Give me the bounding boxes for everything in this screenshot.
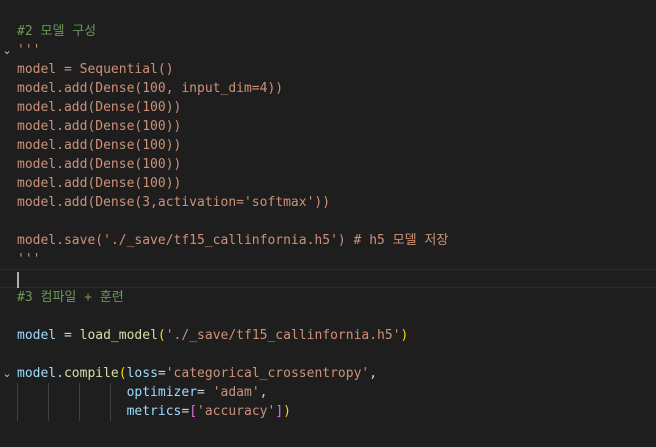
code-parameter: loss [126,366,158,381]
code-docstring: model.save('./_save/tf15_callinfornia.h5… [17,233,449,248]
code-docstring: model.add(Dense(100)) [17,176,182,191]
code-editor[interactable]: #2 모델 구성 ⌄ ''' model = Sequential() mode… [0,0,656,447]
code-bracket: ) [400,328,409,343]
code-bracket: ( [118,366,127,381]
code-line: model.add(Dense(100)) [0,117,656,136]
code-line: model.add(Dense(100)) [0,155,656,174]
code-operator: . [56,366,64,381]
code-docstring: model.add(Dense(3,activation='softmax')) [17,195,331,210]
code-line: #3 컴파일 + 훈련 [0,288,656,307]
code-docstring: model.add(Dense(100)) [17,100,182,115]
code-statement: model = load_model('./_save/tf15_callinf… [17,326,408,345]
code-line: model = Sequential() [0,60,656,79]
code-comment: #2 모델 구성 [17,24,97,39]
code-statement: model.compile(loss='categorical_crossent… [17,364,377,383]
code-line: #2 모델 구성 [0,22,656,41]
code-line: metrics=['accuracy']) [0,402,656,421]
chevron-down-icon[interactable]: ⌄ [0,364,14,383]
code-string: './_save/tf15_callinfornia.h5' [165,328,401,343]
code-line: ⌄ model.compile(loss='categorical_crosse… [0,364,656,383]
code-statement: metrics=['accuracy']) [17,402,291,421]
code-docstring: model.add(Dense(100, input_dim=4)) [17,81,284,96]
current-line[interactable] [0,269,656,288]
code-string: 'categorical_crossentropy' [165,366,370,381]
code-docstring: ''' [17,252,41,267]
code-parameter: optimizer [126,385,198,400]
code-operator: = [56,328,80,343]
code-docstring: model.add(Dense(100)) [17,157,182,172]
code-operator: , [259,385,268,400]
code-operator: = [197,385,213,400]
code-docstring: model.add(Dense(100)) [17,138,182,153]
code-docstring: model.add(Dense(100)) [17,119,182,134]
code-variable: model [17,328,57,343]
code-docstring: ''' [17,43,41,58]
code-docstring: model = Sequential() [17,62,174,77]
code-operator: = [157,366,166,381]
code-operator: , [369,366,378,381]
code-line: ''' [0,250,656,269]
code-line: model.add(Dense(100)) [0,174,656,193]
code-line: model = load_model('./_save/tf15_callinf… [0,326,656,345]
code-bracket: ( [157,328,166,343]
code-function: load_model [79,328,158,343]
code-parameter: metrics [126,404,182,419]
code-line: model.add(Dense(100)) [0,136,656,155]
code-line: model.add(Dense(3,activation='softmax')) [0,193,656,212]
code-line: model.save('./_save/tf15_callinfornia.h5… [0,231,656,250]
code-string: 'adam' [212,385,260,400]
text-cursor [17,272,19,288]
code-comment: #3 컴파일 + 훈련 [17,290,124,305]
code-line: ⌄ ''' [0,41,656,60]
code-bracket: ) [283,404,291,419]
code-string: 'accuracy' [197,404,276,419]
code-variable: model [17,366,57,381]
code-function: compile [63,366,119,381]
code-line: model.add(Dense(100)) [0,98,656,117]
code-line: model.add(Dense(100, input_dim=4)) [0,79,656,98]
code-bracket: ] [275,404,284,419]
code-line: optimizer= 'adam', [0,383,656,402]
code-statement: optimizer= 'adam', [17,383,268,402]
code-bracket: [ [189,404,198,419]
chevron-down-icon[interactable]: ⌄ [0,41,14,60]
